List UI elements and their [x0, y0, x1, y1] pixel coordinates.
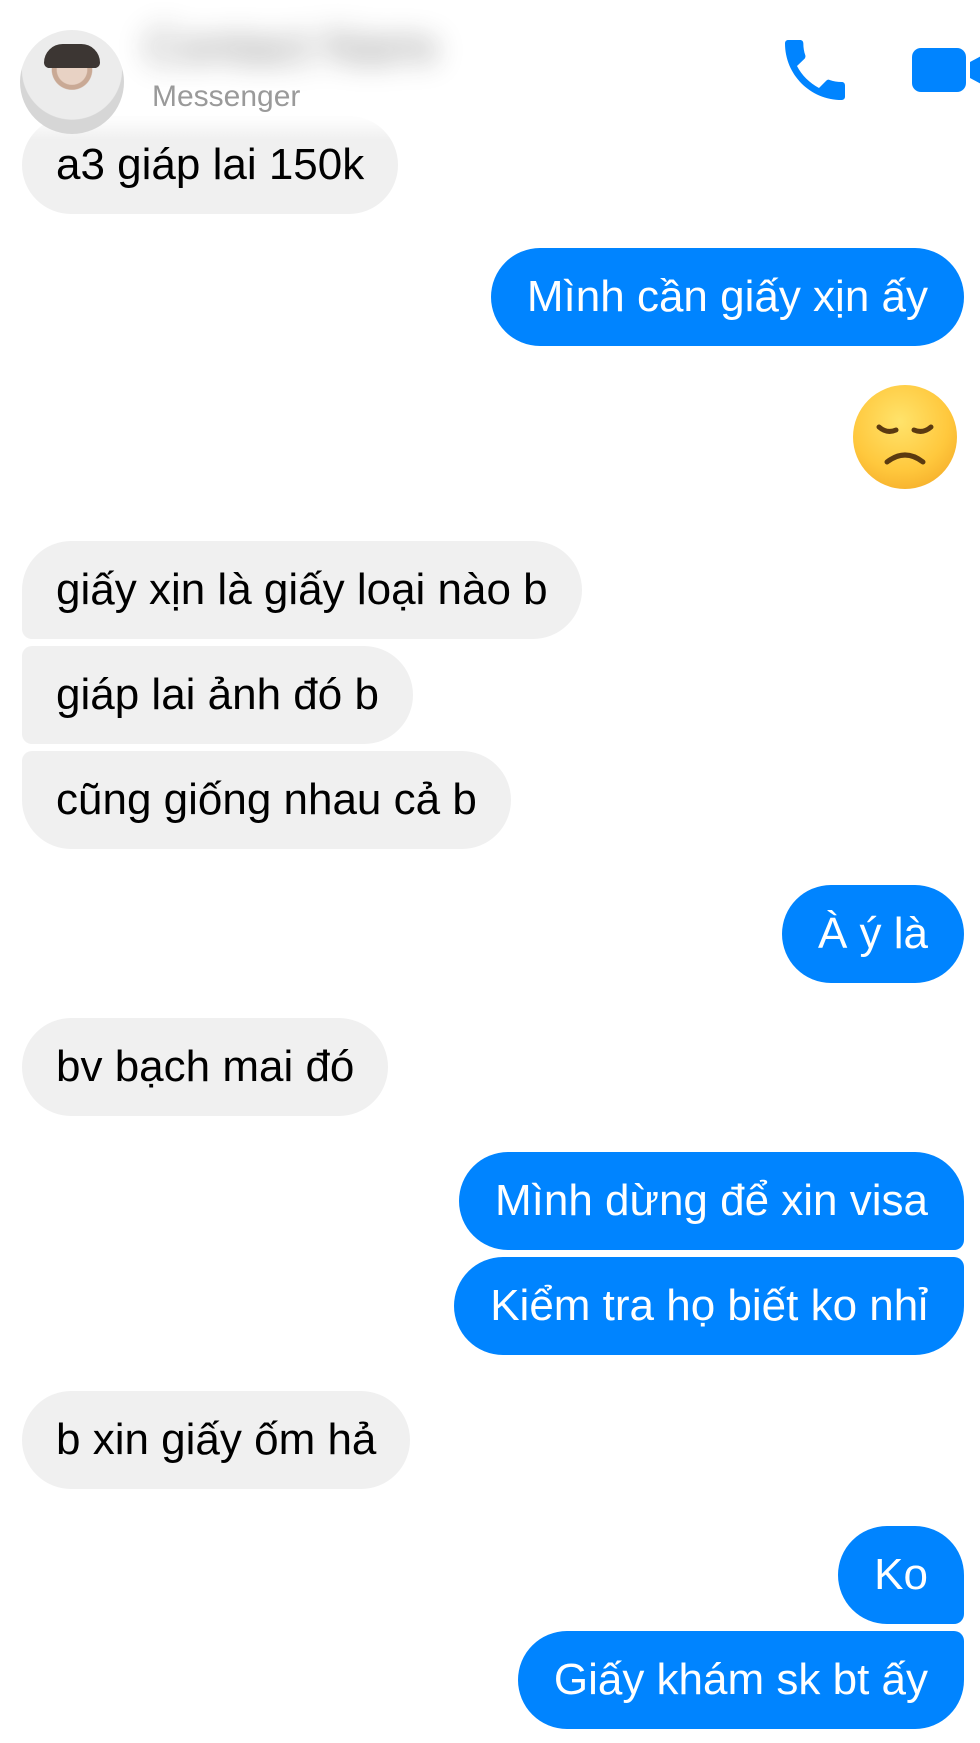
- message-incoming[interactable]: bv bạch mai đó: [22, 1018, 389, 1116]
- conversation-header: Contact Name Messenger: [0, 0, 980, 140]
- message-outgoing[interactable]: Kiểm tra họ biết ko nhỉ: [454, 1257, 964, 1355]
- message-incoming[interactable]: cũng giống nhau cả b: [22, 751, 511, 849]
- disappointed-face-icon[interactable]: [853, 385, 957, 489]
- message-incoming[interactable]: giấy xịn là giấy loại nào b: [22, 541, 582, 639]
- contact-subtitle: Messenger: [152, 80, 301, 113]
- conversation-thread[interactable]: a3 giáp lai 150k Mình cần giấy xịn ấy gi…: [0, 0, 980, 1743]
- phone-icon[interactable]: [775, 30, 855, 110]
- avatar[interactable]: [20, 30, 124, 134]
- message-outgoing[interactable]: À ý là: [781, 885, 964, 983]
- message-incoming[interactable]: giáp lai ảnh đó b: [22, 646, 413, 744]
- video-camera-icon-graphic: [912, 48, 980, 92]
- message-outgoing[interactable]: Giấy khám sk bt ấy: [517, 1631, 964, 1729]
- phone-icon-graphic: [785, 40, 845, 100]
- video-camera-icon[interactable]: [910, 30, 980, 110]
- message-incoming[interactable]: b xin giấy ốm hả: [22, 1391, 411, 1489]
- disappointed-face-icon-graphic: [876, 424, 934, 465]
- message-outgoing[interactable]: Mình cần giấy xịn ấy: [490, 248, 964, 346]
- message-outgoing[interactable]: Ko: [838, 1526, 964, 1624]
- message-outgoing[interactable]: Mình dừng để xin visa: [458, 1152, 964, 1250]
